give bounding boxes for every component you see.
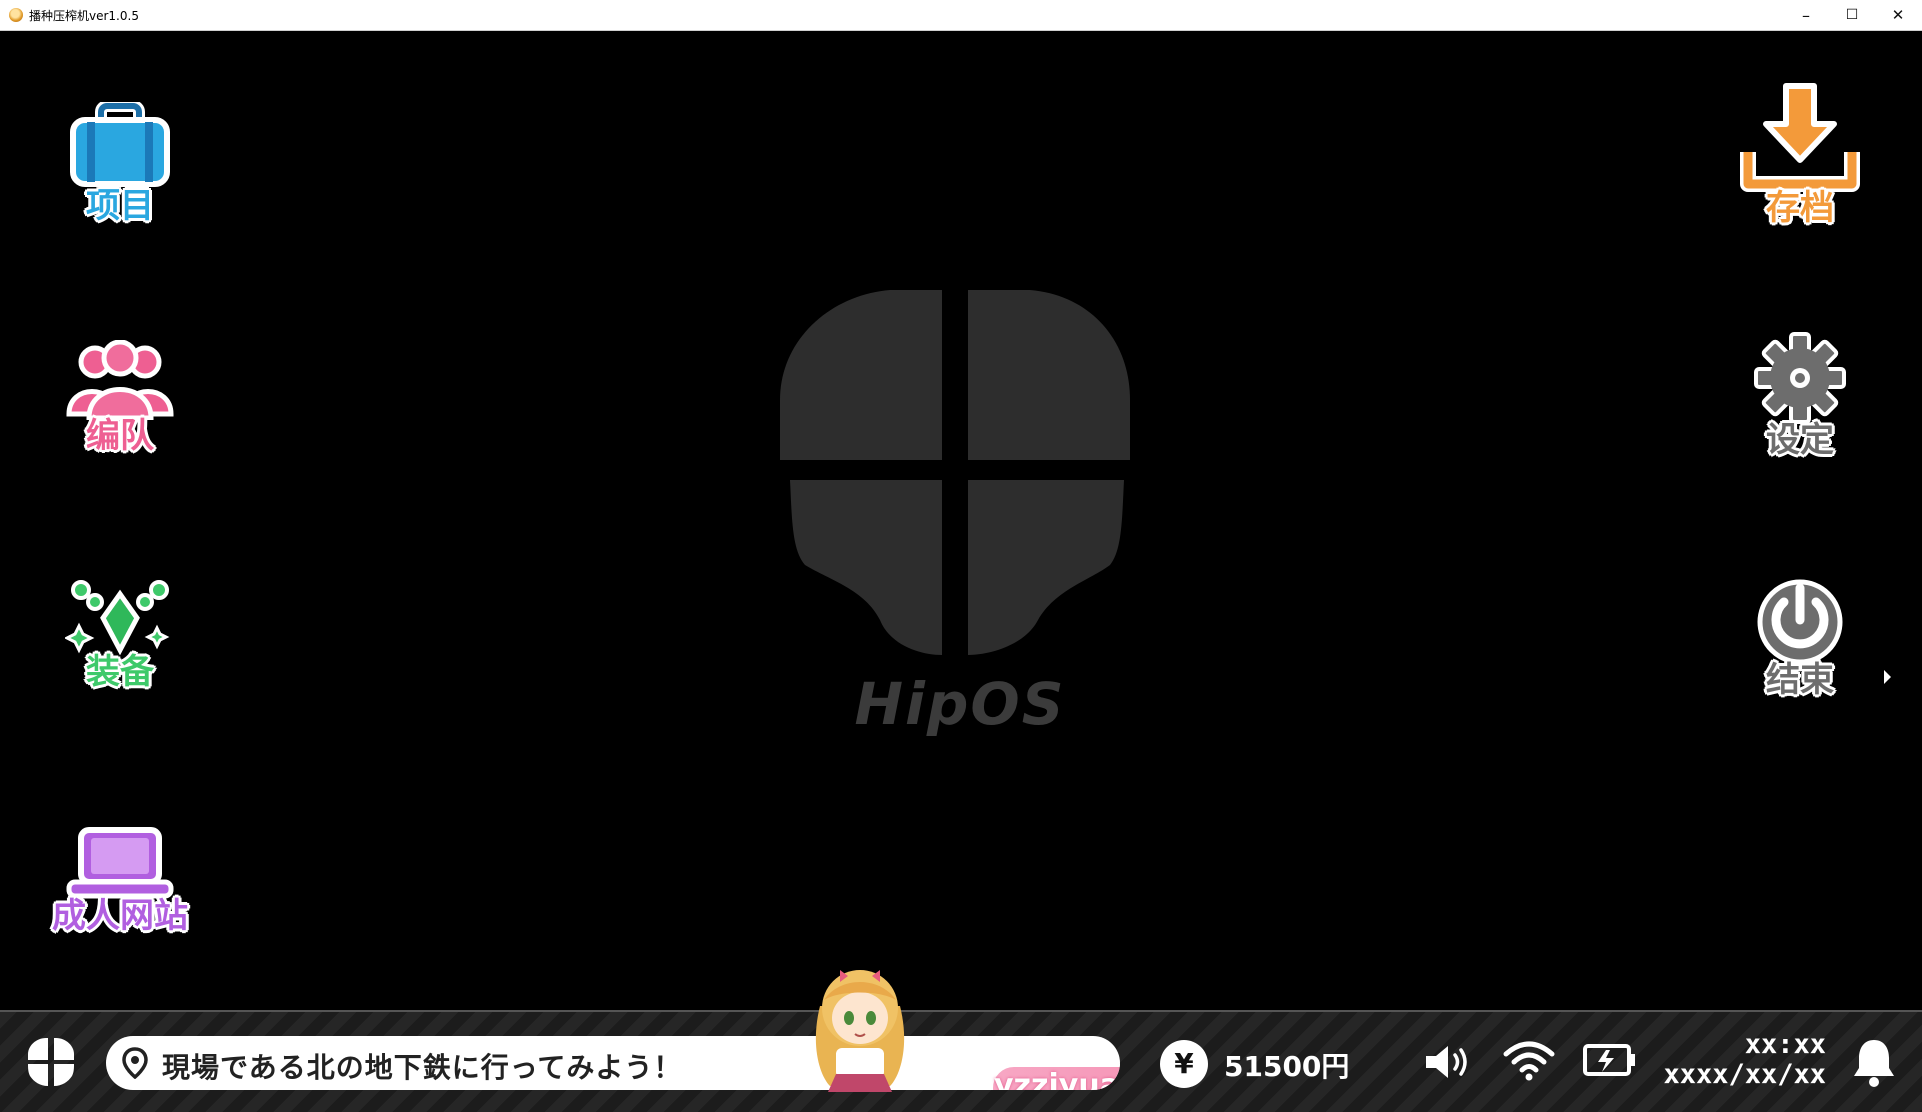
- maximize-button[interactable]: ☐: [1830, 0, 1874, 30]
- close-button[interactable]: ✕: [1876, 0, 1920, 30]
- app-settings-button[interactable]: 设定: [1710, 332, 1890, 461]
- mission-bar[interactable]: 現場である北の地下鉄に行ってみよう！ yzziyuan.com: [106, 1036, 1120, 1090]
- briefcase-icon: [70, 102, 170, 187]
- battery-icon: [1583, 1044, 1635, 1076]
- bell-icon[interactable]: [1850, 1036, 1898, 1088]
- window-titlebar: 播种压榨机ver1.0.5 – ☐ ✕: [0, 0, 1922, 31]
- start-menu-button[interactable]: [24, 1034, 78, 1090]
- app-team-button[interactable]: 编队: [30, 340, 210, 457]
- money-amount: 51500円: [1224, 1050, 1350, 1083]
- app-icon: [9, 8, 23, 22]
- app-equipment-button[interactable]: 装备: [30, 580, 210, 693]
- team-icon: [66, 340, 174, 420]
- currency-icon: ¥: [1160, 1040, 1208, 1088]
- app-save-button[interactable]: 存档: [1710, 80, 1890, 229]
- app-label: 项目: [85, 185, 155, 227]
- clock: xx:xx xxxx/xx/xx: [1640, 1030, 1826, 1090]
- app-label: 编队: [85, 415, 155, 457]
- power-icon: [1757, 579, 1843, 664]
- edge-arrow-icon[interactable]: [1884, 670, 1891, 684]
- watermark-text: yzziyuan.com: [994, 1068, 1120, 1090]
- app-adult-site-button[interactable]: 成人网站: [30, 826, 210, 937]
- app-label: 存档: [1765, 187, 1835, 229]
- app-label: 成人网站: [51, 895, 189, 937]
- minimize-button[interactable]: –: [1784, 0, 1828, 30]
- clock-time: xx:xx: [1744, 1029, 1826, 1060]
- app-label: 装备: [85, 651, 155, 693]
- mission-text: 現場である北の地下鉄に行ってみよう！: [162, 1051, 683, 1084]
- clock-date: xxxx/xx/xx: [1663, 1059, 1826, 1090]
- hipos-logo-text: HipOS: [854, 670, 1066, 738]
- download-icon: [1740, 83, 1860, 192]
- app-projects-button[interactable]: 项目: [30, 102, 210, 227]
- volume-icon[interactable]: [1422, 1042, 1476, 1082]
- app-exit-button[interactable]: 结束: [1710, 574, 1890, 701]
- wifi-icon[interactable]: [1502, 1038, 1556, 1082]
- laptop-icon: [66, 827, 174, 899]
- app-label: 结束: [1765, 659, 1835, 701]
- app-label: 设定: [1765, 419, 1835, 461]
- gear-icon: [1754, 332, 1846, 424]
- mascot-character: [815, 970, 905, 1092]
- location-pin-icon: [122, 1047, 148, 1079]
- gem-icon: [65, 580, 170, 656]
- window-title: 播种压榨机ver1.0.5: [29, 9, 139, 23]
- hipos-logo-icon: [780, 290, 1130, 655]
- taskbar: 現場である北の地下鉄に行ってみよう！ yzziyuan.com ¥ 51500円…: [0, 1010, 1922, 1112]
